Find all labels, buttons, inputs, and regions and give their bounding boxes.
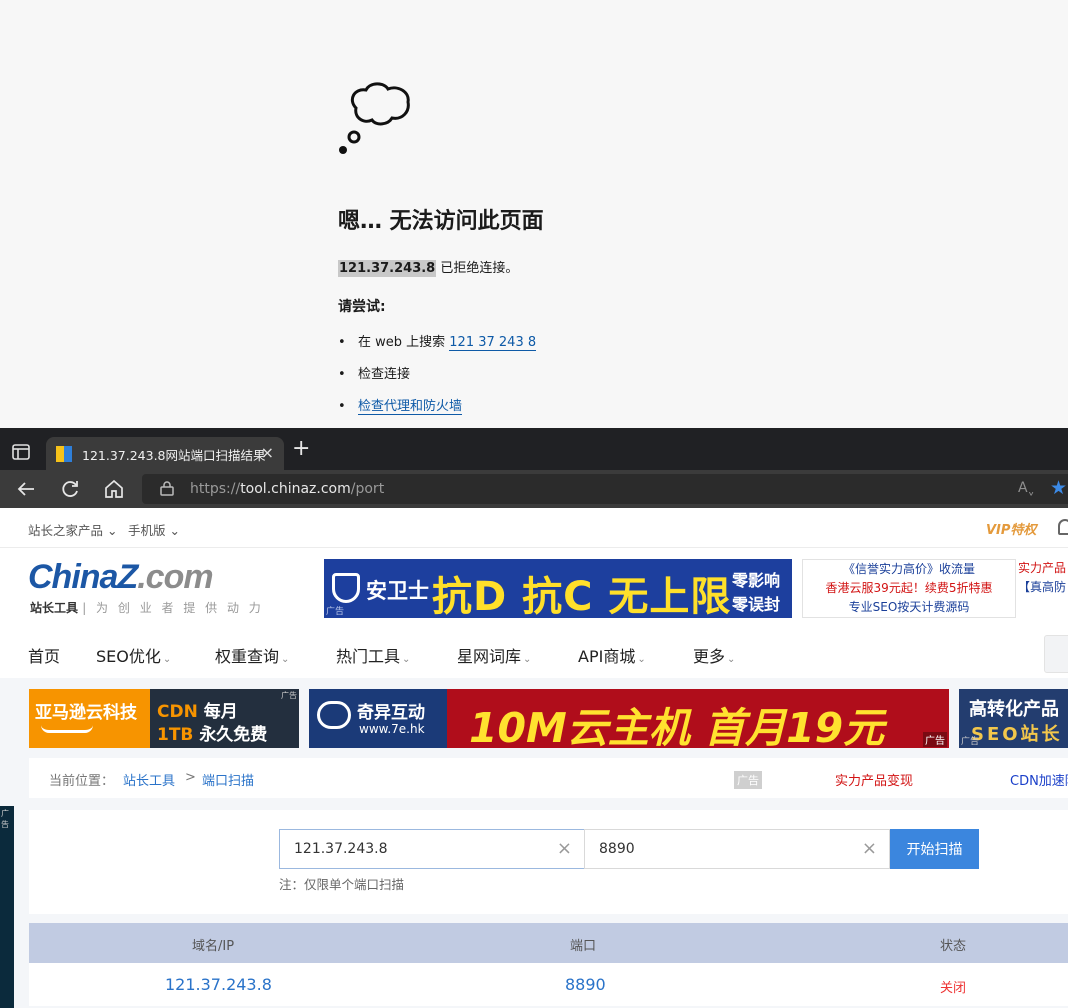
- refused-ip: 121.37.243.8: [338, 260, 437, 277]
- scan-form: 121.37.243.8 × 8890 × 开始扫描 注：仅限单个端口扫描: [29, 810, 1068, 914]
- text-ad-right[interactable]: 实力产品 【真高防: [1018, 559, 1068, 618]
- site-favicon-icon: [56, 446, 72, 462]
- search-web-link[interactable]: 121 37 243 8: [449, 335, 537, 351]
- notification-bell-icon[interactable]: [1058, 519, 1068, 535]
- tab-bar: 121.37.243.8网站端口扫描结果 × +: [0, 428, 1068, 470]
- main-nav: 首页 SEO优化 ⌄ 权重查询 ⌄ 热门工具 ⌄ 星网词库 ⌄ API商城 ⌄ 更多 ⌄: [0, 635, 1068, 678]
- nav-seo[interactable]: SEO优化 ⌄: [96, 643, 171, 667]
- tab-close-icon[interactable]: ×: [261, 443, 274, 462]
- active-tab[interactable]: 121.37.243.8网站端口扫描结果 ×: [46, 437, 284, 470]
- check-proxy-firewall-link[interactable]: 检查代理和防火墙: [358, 399, 463, 415]
- ad-seo-banner[interactable]: 高转化产品 SEO站长 广告: [959, 689, 1068, 748]
- clear-ip-icon[interactable]: ×: [557, 838, 572, 859]
- nav-weight[interactable]: 权重查询 ⌄: [215, 643, 289, 667]
- url-text: https://tool.chinaz.com/port: [190, 481, 385, 497]
- nav-api[interactable]: API商城 ⌄: [578, 643, 646, 667]
- port-input[interactable]: 8890 ×: [584, 829, 890, 869]
- table-header: 域名/IP 端口 状态: [29, 923, 1068, 963]
- home-icon[interactable]: [103, 478, 125, 500]
- breadcrumb-tools[interactable]: 站长工具: [123, 770, 175, 789]
- address-bar: https://tool.chinaz.com/port Aˬ ★: [0, 470, 1068, 508]
- chinaz-logo[interactable]: ChinaZ.com: [28, 558, 214, 597]
- scan-note: 注：仅限单个端口扫描: [279, 877, 405, 892]
- nav-home[interactable]: 首页: [28, 643, 60, 667]
- url-field[interactable]: https://tool.chinaz.com/port Aˬ ★: [142, 474, 1068, 504]
- col-port: 端口: [570, 939, 597, 954]
- qiyi-logo-icon: [317, 701, 351, 729]
- lock-icon[interactable]: [160, 481, 174, 496]
- ad-qiyi-banner[interactable]: 奇异互动 www.7e.hk 10M云主机 首月19元 广告: [309, 689, 949, 748]
- breadcrumb-port-scan[interactable]: 端口扫描: [202, 770, 254, 789]
- col-ip: 域名/IP: [192, 939, 235, 954]
- side-ad[interactable]: 广告: [0, 806, 14, 1008]
- read-aloud-icon[interactable]: Aˬ: [1018, 480, 1035, 496]
- nav-search-box[interactable]: [1044, 635, 1068, 673]
- result-table: 域名/IP 端口 状态 121.37.243.8 8890 关闭: [29, 923, 1068, 1008]
- refused-text: 已拒绝连接。: [436, 261, 519, 276]
- table-row: 121.37.243.8 8890 关闭: [29, 963, 1068, 1006]
- clear-port-icon[interactable]: ×: [862, 838, 877, 859]
- site-header: ChinaZ.com 站长工具 | 为 创 业 者 提 供 动 力 安卫士 抗D…: [0, 548, 1068, 678]
- thought-bubble-icon: [339, 82, 410, 154]
- nav-hot-tools[interactable]: 热门工具 ⌄: [336, 643, 410, 667]
- products-menu[interactable]: 站长之家产品 ⌄: [28, 520, 117, 539]
- shield-icon: [332, 573, 360, 603]
- favorite-star-icon[interactable]: ★: [1050, 477, 1067, 499]
- refresh-icon[interactable]: [59, 478, 81, 500]
- tab-title: 121.37.243.8网站端口扫描结果: [82, 448, 266, 463]
- col-status: 状态: [940, 939, 967, 954]
- try-heading: 请尝试:: [338, 299, 386, 315]
- breadcrumb: 当前位置： 站长工具 > 端口扫描 广告 实力产品变现 CDN加速防: [29, 758, 1068, 798]
- mobile-menu[interactable]: 手机版 ⌄: [128, 520, 180, 539]
- logo-tagline: 站长工具 | 为 创 业 者 提 供 动 力: [30, 601, 264, 615]
- chinaz-page: 站长之家产品 ⌄ 手机版 ⌄ VIP特权 ChinaZ.com 站长工具 | 为…: [0, 508, 1068, 1008]
- text-ad-block[interactable]: 《信誉实力高价》收流量 香港云服39元起！续费5折特惠 专业SEO按天计费源码: [802, 559, 1016, 618]
- vip-link[interactable]: VIP特权: [986, 519, 1036, 538]
- suggestion-search: • 在 web 上搜索 121 37 243 8: [338, 335, 537, 351]
- error-description: 121.37.243.8 已拒绝连接。: [338, 257, 519, 277]
- new-tab-icon[interactable]: +: [292, 438, 310, 460]
- row-ip[interactable]: 121.37.243.8: [165, 975, 272, 994]
- back-arrow-icon[interactable]: [15, 478, 37, 500]
- text-ad-link-cdn[interactable]: CDN加速防: [1010, 770, 1068, 789]
- smile-icon: [41, 725, 93, 733]
- suggestion-proxy-firewall: • 检查代理和防火墙: [338, 399, 463, 415]
- error-page: 嗯… 无法访问此页面 121.37.243.8 已拒绝连接。 请尝试: • 在 w…: [0, 0, 1068, 428]
- error-title: 嗯… 无法访问此页面: [338, 209, 544, 234]
- row-port[interactable]: 8890: [565, 975, 606, 994]
- ad-aws-banner[interactable]: 亚马逊云科技 CDN 每月 1TB 永久免费 广告: [29, 689, 299, 748]
- row-status: 关闭: [940, 981, 967, 996]
- ip-input[interactable]: 121.37.243.8 ×: [279, 829, 585, 869]
- ad-anweishi-banner[interactable]: 安卫士 抗D 抗C 无上限 零影响 零误封 广告: [324, 559, 792, 618]
- ad-tag: 广告: [734, 771, 762, 789]
- tab-actions-icon[interactable]: [12, 444, 30, 460]
- top-strip: 站长之家产品 ⌄ 手机版 ⌄ VIP特权: [0, 508, 1068, 548]
- nav-keywords[interactable]: 星网词库 ⌄: [457, 643, 531, 667]
- text-ad-link[interactable]: 实力产品变现: [835, 770, 913, 789]
- nav-more[interactable]: 更多 ⌄: [693, 643, 735, 667]
- suggestion-check-connection: • 检查连接: [338, 367, 411, 382]
- start-scan-button[interactable]: 开始扫描: [890, 829, 979, 869]
